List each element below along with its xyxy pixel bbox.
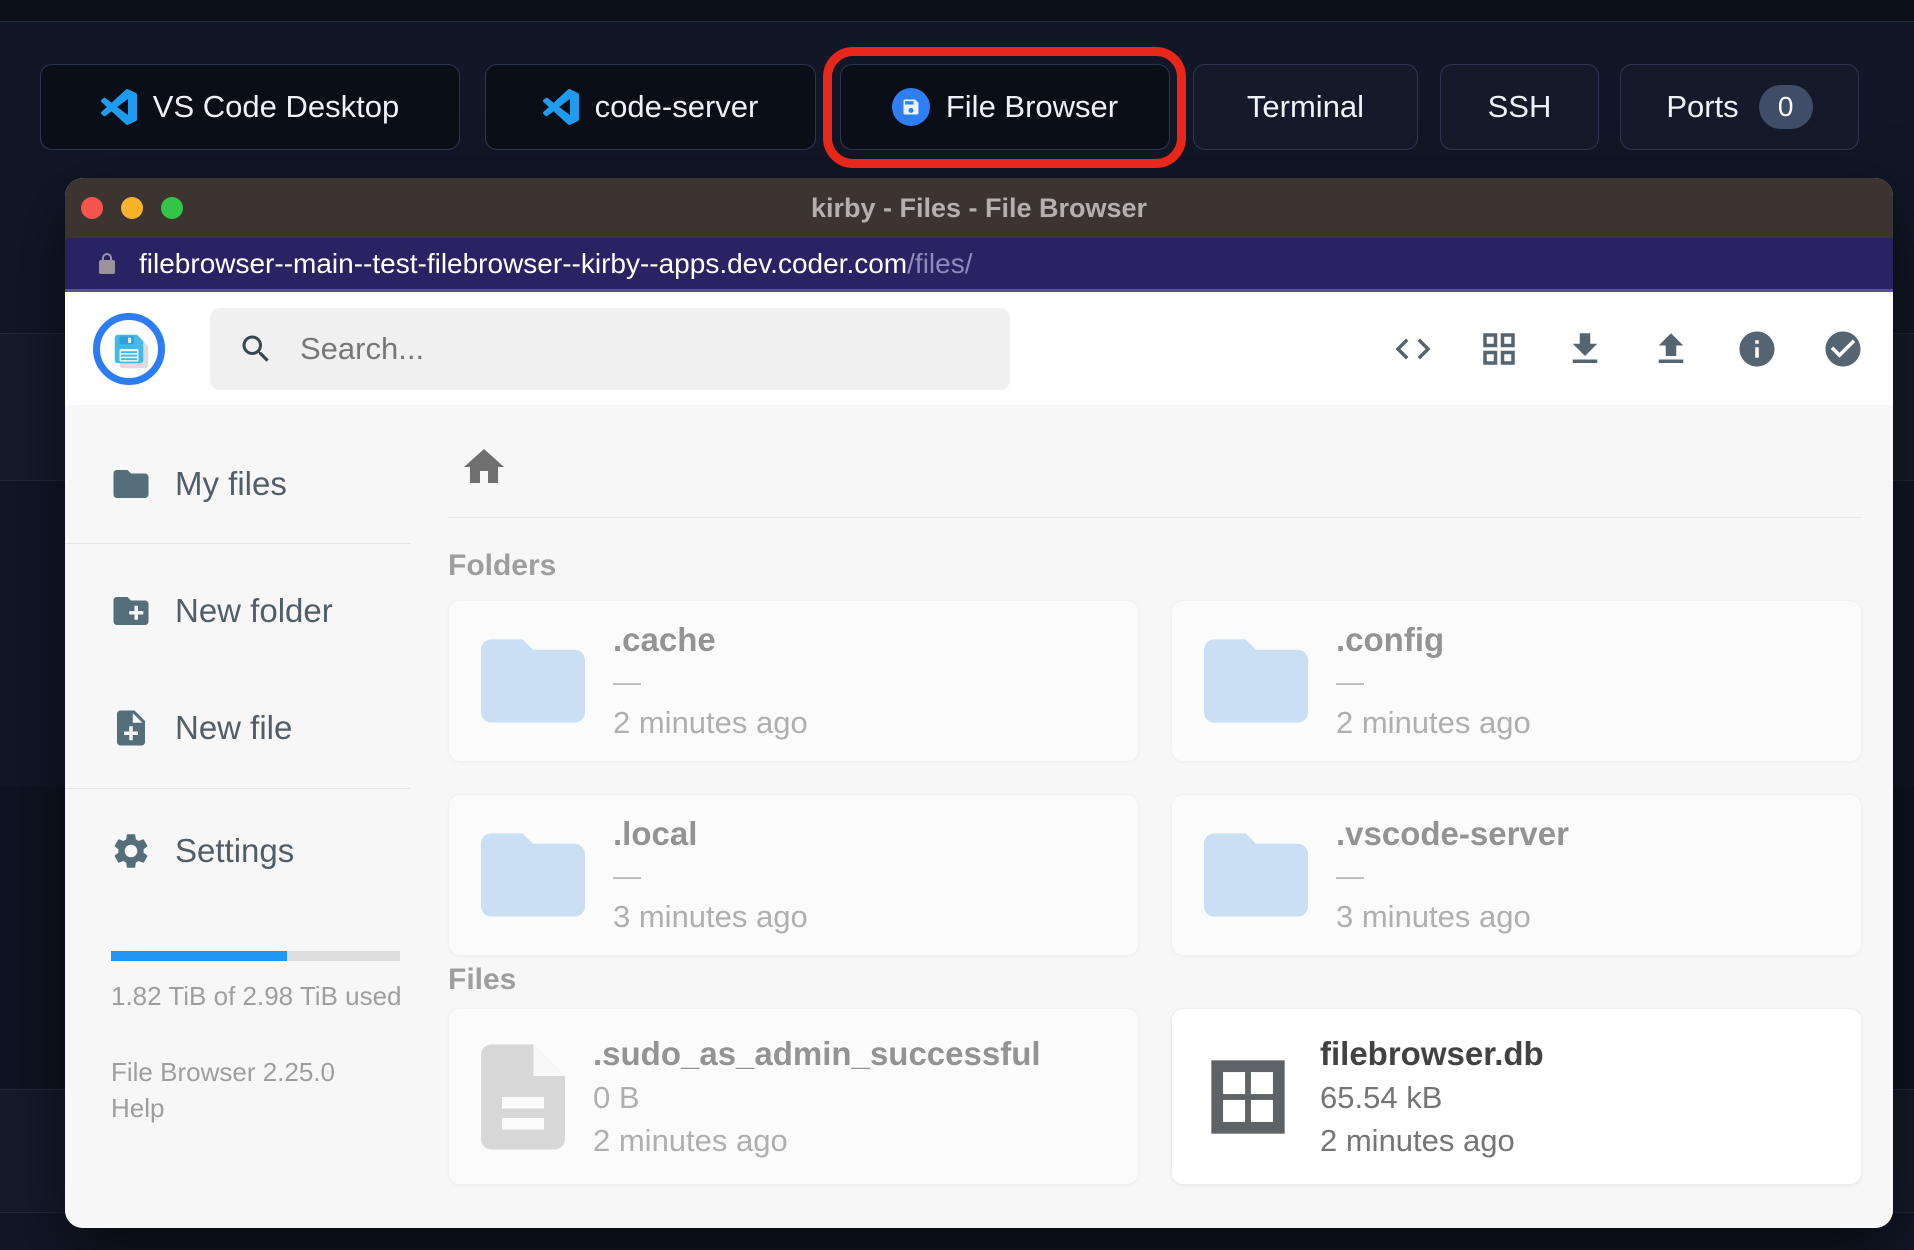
item-name: filebrowser.db [1320, 1034, 1544, 1072]
download-icon [1572, 332, 1598, 363]
folders-section-header: Folders [448, 549, 557, 582]
desktop-top-strip [0, 0, 1914, 22]
app-version: File Browser 2.25.0 [111, 1057, 335, 1087]
tab-label: VS Code Desktop [152, 89, 400, 124]
item-modified: 3 minutes ago [613, 899, 808, 934]
maximize-window-button[interactable] [161, 197, 183, 219]
item-size: — [1336, 666, 1364, 697]
tab-label: Ports [1666, 89, 1739, 124]
tab-ssh[interactable]: SSH [1440, 64, 1599, 150]
item-size: — [1336, 860, 1364, 891]
info-button[interactable] [1733, 325, 1781, 373]
folder-card-vscode-server[interactable]: .vscode-server — 3 minutes ago [1171, 794, 1862, 956]
folder-icon [1204, 639, 1308, 723]
download-button[interactable] [1561, 325, 1609, 373]
item-modified: 2 minutes ago [613, 705, 808, 740]
sidebar-divider [65, 543, 410, 544]
folder-icon [113, 470, 149, 498]
storage-usage-text: 1.82 TiB of 2.98 TiB used [111, 981, 402, 1011]
listing-divider [448, 517, 1862, 518]
window-title: kirby - Files - File Browser [810, 192, 1148, 223]
item-name: .vscode-server [1336, 815, 1569, 852]
browser-window: kirby - Files - File Browser filebrowser… [65, 178, 1893, 1228]
database-grid-icon [1211, 1059, 1285, 1134]
lock-icon [99, 252, 115, 274]
new-file-icon [117, 710, 145, 746]
search-input[interactable] [300, 330, 982, 367]
ports-count-badge: 0 [1758, 85, 1813, 129]
tab-label: code-server [594, 89, 759, 124]
item-modified: 2 minutes ago [593, 1122, 788, 1158]
sidebar-item-settings[interactable]: Settings [65, 829, 410, 873]
storage-usage-fill [111, 951, 288, 961]
item-size: 65.54 kB [1320, 1079, 1443, 1115]
tab-file-browser[interactable]: File Browser [840, 64, 1170, 150]
item-size: — [613, 666, 641, 697]
item-name: .cache [613, 621, 716, 658]
check-circle-icon [1825, 331, 1861, 366]
breadcrumb-home-icon[interactable] [460, 443, 508, 491]
new-folder-icon [113, 597, 149, 625]
settings-gear-icon [114, 834, 148, 868]
upload-button[interactable] [1647, 325, 1695, 373]
folder-icon [481, 833, 585, 917]
item-size: — [613, 860, 641, 891]
folder-icon [1204, 833, 1308, 917]
file-listing: Folders .cache — 2 minutes ago .config —… [410, 405, 1893, 1228]
folder-card-cache[interactable]: .cache — 2 minutes ago [448, 600, 1139, 762]
storage-usage-bar [111, 951, 400, 961]
info-icon [1739, 331, 1775, 366]
sidebar-divider [65, 788, 410, 789]
item-name: .local [613, 815, 698, 852]
upload-icon [1658, 332, 1684, 363]
tab-ports[interactable]: Ports 0 [1620, 64, 1859, 150]
sidebar-item-new-folder[interactable]: New folder [65, 589, 410, 633]
item-modified: 3 minutes ago [1336, 899, 1531, 934]
browser-address-bar[interactable]: filebrowser--main--test-filebrowser--kir… [65, 238, 1893, 292]
tab-label: SSH [1487, 89, 1552, 124]
sidebar-item-new-file[interactable]: New file [65, 706, 410, 750]
search-bar[interactable] [210, 307, 1010, 390]
tab-label: File Browser [945, 89, 1119, 124]
item-modified: 2 minutes ago [1320, 1122, 1515, 1158]
close-window-button[interactable] [81, 197, 103, 219]
file-card-sudo-as-admin-successful[interactable]: .sudo_as_admin_successful 0 B 2 minutes … [448, 1008, 1139, 1185]
folder-card-config[interactable]: .config — 2 minutes ago [1171, 600, 1862, 762]
filebrowser-icon [891, 88, 930, 126]
select-multiple-button[interactable] [1819, 325, 1867, 373]
code-brackets-icon [1395, 338, 1431, 359]
item-name: .config [1336, 621, 1445, 658]
tab-label: Terminal [1246, 89, 1365, 124]
item-modified: 2 minutes ago [1336, 705, 1531, 740]
minimize-window-button[interactable] [121, 197, 143, 219]
vscode-icon [100, 89, 137, 125]
file-document-icon [481, 1044, 565, 1149]
file-card-filebrowser-db[interactable]: filebrowser.db 65.54 kB 2 minutes ago [1171, 1008, 1862, 1185]
url-text: filebrowser--main--test-filebrowser--kir… [139, 247, 973, 279]
vscode-icon [542, 89, 579, 125]
url-path: /files/ [907, 247, 973, 279]
filebrowser-logo[interactable] [93, 312, 165, 385]
tab-vscode-desktop[interactable]: VS Code Desktop [40, 64, 460, 150]
floppy-disk-icon [114, 334, 144, 363]
search-icon [242, 335, 269, 362]
item-name: .sudo_as_admin_successful [593, 1034, 1041, 1072]
folder-icon [481, 639, 585, 723]
window-titlebar: kirby - Files - File Browser [65, 178, 1893, 238]
tab-code-server[interactable]: code-server [485, 64, 816, 150]
filebrowser-header [65, 292, 1893, 405]
grid-view-icon [1483, 332, 1515, 365]
sidebar-item-my-files[interactable]: My files [65, 462, 410, 506]
folder-card-local[interactable]: .local — 3 minutes ago [448, 794, 1139, 956]
sidebar: My files New folder New file Settings 1.… [65, 405, 410, 1228]
help-link[interactable]: Help [111, 1093, 164, 1124]
tab-terminal[interactable]: Terminal [1193, 64, 1418, 150]
switch-view-button[interactable] [1389, 325, 1437, 373]
item-size: 0 B [593, 1079, 640, 1115]
grid-view-button[interactable] [1475, 325, 1523, 373]
files-section-header: Files [448, 963, 517, 996]
